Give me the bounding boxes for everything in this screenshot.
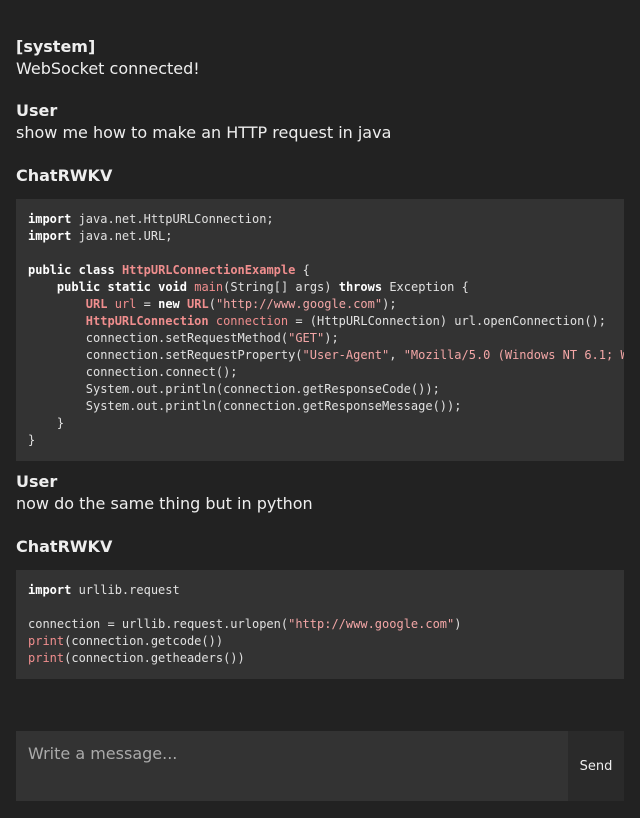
message-text: show me how to make an HTTP request in j… <box>16 123 392 142</box>
user-message: User show me how to make an HTTP request… <box>0 100 640 144</box>
message-text: now do the same thing but in python <box>16 494 313 513</box>
user-message: User now do the same thing but in python <box>0 471 640 515</box>
code-block-java: import java.net.HttpURLConnection; impor… <box>16 199 624 461</box>
message-sender: User <box>16 101 58 120</box>
code-block-python: import urllib.request connection = urlli… <box>16 570 624 679</box>
message-composer: Send <box>16 731 624 801</box>
system-message: [system] WebSocket connected! <box>0 36 640 80</box>
assistant-message: ChatRWKV import urllib.request connectio… <box>0 536 640 679</box>
message-sender: User <box>16 472 58 491</box>
code-text: import urllib.request connection = urlli… <box>28 583 462 665</box>
message-sender: ChatRWKV <box>16 166 113 185</box>
send-button[interactable]: Send <box>568 731 624 801</box>
message-sender: ChatRWKV <box>16 537 113 556</box>
message-sender: [system] <box>16 37 96 56</box>
chat-log: [system] WebSocket connected! User show … <box>0 0 640 712</box>
code-text: import java.net.HttpURLConnection; impor… <box>28 212 624 447</box>
message-text: WebSocket connected! <box>16 59 200 78</box>
assistant-message: ChatRWKV import java.net.HttpURLConnecti… <box>0 165 640 461</box>
message-input[interactable] <box>16 731 568 801</box>
